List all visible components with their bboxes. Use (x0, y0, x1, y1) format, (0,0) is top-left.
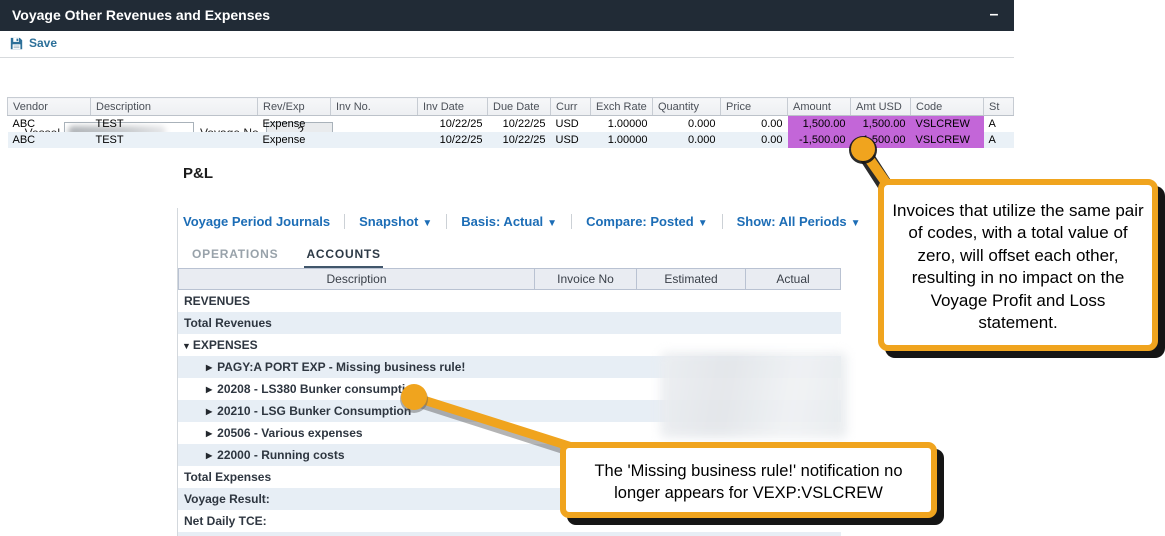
cell-exchrate[interactable]: 1.00000 (591, 132, 653, 148)
cell-vendor[interactable]: ABC (8, 116, 91, 133)
col-header-amtusd: Amt USD (851, 98, 911, 116)
screen: Voyage Other Revenues and Expenses – Sav… (0, 0, 1165, 536)
chevron-down-icon: ▼ (698, 218, 708, 229)
cell-amtusd-highlighted[interactable]: -1,500.00 (851, 132, 911, 148)
cell-duedate[interactable]: 10/22/25 (488, 116, 551, 133)
pnl-tabs: OPERATIONS ACCOUNTS (190, 247, 383, 269)
expand-arrow-icon[interactable]: ▶ (206, 407, 212, 416)
cell-curr[interactable]: USD (551, 132, 591, 148)
col-header-description: Description (91, 98, 258, 116)
pnl-toolbar: Voyage Period Journals Snapshot▼ Basis: … (183, 211, 875, 231)
cell-curr[interactable]: USD (551, 116, 591, 133)
col-header-invno: Inv No. (331, 98, 418, 116)
offset-note-text: Invoices that utilize the same pair of c… (892, 201, 1143, 332)
cell-quantity[interactable]: 0.000 (653, 132, 721, 148)
window-toolbar: Save (0, 31, 1014, 58)
cell-revexp[interactable]: Expense (258, 132, 331, 148)
cell-revexp[interactable]: Expense (258, 116, 331, 133)
minimize-button[interactable]: – (984, 0, 1004, 31)
collapse-arrow-icon[interactable]: ▼ (182, 341, 191, 351)
col-header-amount: Amount (788, 98, 851, 116)
save-button-label: Save (29, 36, 57, 50)
cell-invno[interactable] (331, 132, 418, 148)
offset-note-callout: Invoices that utilize the same pair of c… (878, 179, 1158, 351)
expand-arrow-icon[interactable]: ▶ (206, 385, 212, 394)
grid-row-2: ABC TEST Expense 10/22/25 10/22/25 USD 1… (8, 132, 1014, 148)
cell-invdate[interactable]: 10/22/25 (418, 132, 488, 148)
expand-arrow-icon[interactable]: ▶ (206, 363, 212, 372)
chevron-down-icon: ▼ (547, 218, 557, 229)
cell-code-highlighted[interactable]: VSLCREW (911, 116, 984, 133)
tab-accounts[interactable]: ACCOUNTS (304, 247, 382, 269)
cell-duedate[interactable]: 10/22/25 (488, 132, 551, 148)
pnl-row-total-revenues[interactable]: Total Revenues (178, 312, 841, 334)
compare-dropdown[interactable]: Compare: Posted▼ (572, 214, 723, 229)
col-header-st: St (984, 98, 1014, 116)
col-header-curr: Curr (551, 98, 591, 116)
expand-arrow-icon[interactable]: ▶ (206, 429, 212, 438)
revenues-expenses-grid: Vendor Description Rev/Exp Inv No. Inv D… (7, 97, 1013, 148)
window-title: Voyage Other Revenues and Expenses (12, 7, 270, 23)
chevron-down-icon: ▼ (851, 218, 861, 229)
basis-dropdown[interactable]: Basis: Actual▼ (447, 214, 572, 229)
pnl-header-row: Description Invoice No Estimated Actual (178, 268, 841, 290)
cell-invno[interactable] (331, 116, 418, 133)
save-floppy-icon (10, 37, 23, 50)
grid-header-row: Vendor Description Rev/Exp Inv No. Inv D… (8, 98, 1014, 116)
col-header-vendor: Vendor (8, 98, 91, 116)
cell-code-highlighted[interactable]: VSLCREW (911, 132, 984, 148)
grid-row-1: ABC TEST Expense 10/22/25 10/22/25 USD 1… (8, 116, 1014, 133)
snapshot-dropdown[interactable]: Snapshot▼ (345, 214, 447, 229)
voyage-period-journals-button[interactable]: Voyage Period Journals (183, 214, 345, 229)
chevron-down-icon: ▼ (422, 218, 432, 229)
tab-operations[interactable]: OPERATIONS (190, 247, 280, 269)
cell-price[interactable]: 0.00 (721, 132, 788, 148)
pnl-col-actual: Actual (746, 268, 841, 290)
missing-rule-callout: The 'Missing business rule!' notificatio… (560, 442, 937, 518)
col-header-invdate: Inv Date (418, 98, 488, 116)
col-header-price: Price (721, 98, 788, 116)
pnl-values-redacted (660, 352, 847, 438)
save-button[interactable]: Save (10, 36, 57, 50)
cell-st[interactable]: A (984, 116, 1014, 133)
cell-price[interactable]: 0.00 (721, 116, 788, 133)
cell-amount-highlighted[interactable]: -1,500.00 (788, 132, 851, 148)
window-titlebar: Voyage Other Revenues and Expenses – (0, 0, 1014, 31)
col-header-revexp: Rev/Exp (258, 98, 331, 116)
cell-amount-highlighted[interactable]: 1,500.00 (788, 116, 851, 133)
col-header-exchrate: Exch Rate (591, 98, 653, 116)
pnl-row-revenues[interactable]: REVENUES (178, 290, 841, 312)
cell-description[interactable]: TEST (91, 116, 258, 133)
cell-invdate[interactable]: 10/22/25 (418, 116, 488, 133)
pnl-col-estimated: Estimated (637, 268, 746, 290)
cell-description[interactable]: TEST (91, 132, 258, 148)
pnl-col-description: Description (178, 268, 535, 290)
cell-exchrate[interactable]: 1.00000 (591, 116, 653, 133)
expand-arrow-icon[interactable]: ▶ (206, 451, 212, 460)
pnl-row-empty (178, 532, 841, 536)
missing-rule-text: The 'Missing business rule!' notificatio… (594, 462, 902, 502)
voyage-form: Vessel Voyage No. 2 (0, 58, 1014, 97)
show-periods-dropdown[interactable]: Show: All Periods▼ (723, 214, 875, 229)
cell-quantity[interactable]: 0.000 (653, 116, 721, 133)
pnl-title: P&L (183, 165, 213, 182)
pnl-col-invoiceno: Invoice No (535, 268, 637, 290)
cell-amtusd-highlighted[interactable]: 1,500.00 (851, 116, 911, 133)
cell-vendor[interactable]: ABC (8, 132, 91, 148)
col-header-quantity: Quantity (653, 98, 721, 116)
col-header-code: Code (911, 98, 984, 116)
cell-st[interactable]: A (984, 132, 1014, 148)
col-header-duedate: Due Date (488, 98, 551, 116)
